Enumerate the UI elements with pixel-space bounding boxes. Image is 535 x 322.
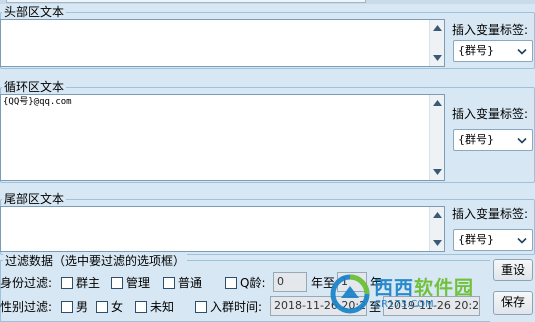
- gender-filter-label: 性别过滤:: [0, 300, 53, 314]
- identity-admin-checkbox[interactable]: 管理: [111, 276, 150, 290]
- scroll-down-icon[interactable]: [430, 51, 444, 65]
- header-tag-select[interactable]: {群号}: [453, 40, 533, 62]
- gender-female-checkbox[interactable]: 女: [96, 300, 123, 314]
- identity-owner-checkbox[interactable]: 群主: [61, 276, 100, 290]
- watermark-logo-icon: [330, 274, 370, 314]
- loop-text-input[interactable]: {QQ号}@qq.com: [0, 94, 445, 181]
- scroll-up-icon[interactable]: [430, 96, 444, 110]
- watermark-title-a: 西西: [374, 277, 415, 299]
- loop-insert-tag-label: 插入变量标签:: [452, 107, 529, 121]
- top-strip: [0, 0, 535, 4]
- header-text-scrollbar[interactable]: [429, 20, 444, 66]
- footer-insert-tag-label: 插入变量标签:: [452, 207, 529, 221]
- filter-legend: 过滤数据（选中要过滤的选项框）: [3, 254, 188, 268]
- watermark-title-b: 软件园: [414, 277, 475, 299]
- header-insert-tag-label: 插入变量标签:: [452, 23, 529, 37]
- q-age-checkbox[interactable]: Q龄:: [225, 276, 266, 290]
- header-text-input[interactable]: [0, 19, 445, 67]
- header-text-label: 头部区文本: [2, 5, 67, 19]
- identity-filter-label: 身份过滤:: [0, 276, 53, 290]
- loop-text-scrollbar[interactable]: [429, 95, 444, 180]
- scroll-up-icon[interactable]: [430, 21, 444, 35]
- scroll-down-icon[interactable]: [430, 165, 444, 179]
- chevron-down-icon: [515, 134, 529, 147]
- scroll-up-icon[interactable]: [430, 208, 444, 222]
- identity-member-checkbox[interactable]: 普通: [163, 276, 202, 290]
- scroll-down-icon[interactable]: [430, 236, 444, 250]
- gender-unknown-checkbox[interactable]: 未知: [135, 300, 174, 314]
- join-time-checkbox[interactable]: 入群时间:: [195, 300, 262, 314]
- watermark-url: CR173.COM: [374, 299, 434, 310]
- footer-text-input[interactable]: [0, 206, 445, 252]
- chevron-down-icon: [515, 234, 529, 247]
- loop-tag-select[interactable]: {群号}: [453, 129, 533, 151]
- chevron-down-icon: [515, 45, 529, 58]
- q-age-from-input[interactable]: 0: [273, 272, 307, 292]
- gender-male-checkbox[interactable]: 男: [61, 300, 88, 314]
- watermark: 西西软件园 CR173.COM: [330, 266, 520, 322]
- footer-text-label: 尾部区文本: [2, 192, 67, 206]
- loop-text-label: 循环区文本: [2, 80, 67, 94]
- footer-text-scrollbar[interactable]: [429, 207, 444, 251]
- footer-tag-select[interactable]: {群号}: [453, 229, 533, 251]
